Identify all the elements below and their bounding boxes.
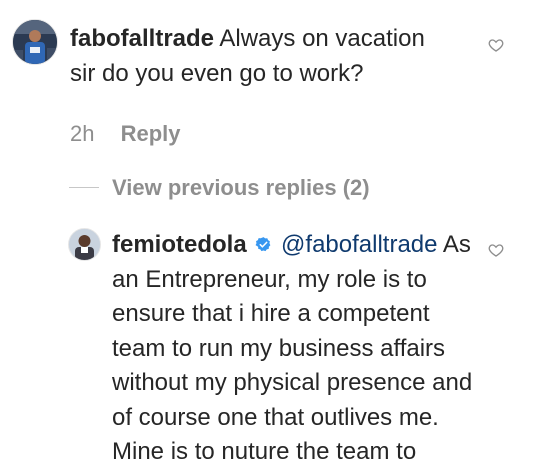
heart-outline-icon[interactable]	[488, 242, 504, 258]
reply-username[interactable]: femiotedola	[112, 231, 247, 258]
reply-body: femiotedola @fabofalltrade As an Entrepr…	[112, 228, 482, 470]
comment-username[interactable]: fabofalltrade	[70, 25, 214, 52]
reply-avatar[interactable]	[68, 228, 101, 261]
comment-timestamp: 2h	[70, 121, 95, 146]
avatar-photo	[69, 229, 100, 260]
comment-body: fabofalltrade Always on vacation sir do …	[70, 22, 450, 91]
reply-button[interactable]: Reply	[121, 121, 181, 146]
replies-divider	[69, 187, 99, 188]
comment-meta: 2h Reply	[70, 121, 181, 147]
mention-link[interactable]: @fabofalltrade	[281, 231, 437, 258]
reply-text: As an Entrepreneur, my role is to ensure…	[112, 231, 473, 465]
commenter-avatar[interactable]	[12, 19, 58, 65]
heart-outline-icon[interactable]	[488, 37, 504, 53]
verified-badge-icon	[255, 237, 271, 252]
avatar-photo	[13, 20, 57, 64]
view-previous-replies-button[interactable]: View previous replies (2)	[112, 175, 370, 201]
